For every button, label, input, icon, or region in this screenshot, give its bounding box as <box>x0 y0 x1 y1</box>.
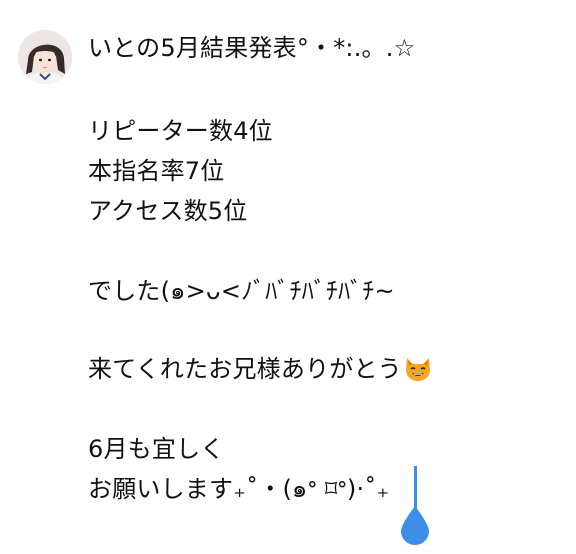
post-text-line: リピーター数4位 <box>88 117 273 145</box>
avatar-photo-icon <box>18 30 72 84</box>
post-text-span: 来てくれたお兄様ありがとう <box>88 355 402 383</box>
grinning-cat-emoji-icon <box>403 354 433 389</box>
post-text-line: 来てくれたお兄様ありがとう <box>88 354 433 389</box>
post-text-line: アクセス数5位 <box>88 197 248 225</box>
cursor-drag-handle[interactable] <box>399 506 431 546</box>
post-title-line: いとの5月結果発表°・*:.。.☆ <box>88 34 416 62</box>
post-text-line: お願いします₊˚・(๑ᐤ ⌑ᐤ)·˚₊ <box>88 475 390 503</box>
post-text-line: 本指名率7位 <box>88 157 225 185</box>
post-container: いとの5月結果発表°・*:.。.☆ リピーター数4位 本指名率7位 アクセス数5… <box>0 0 576 554</box>
user-avatar[interactable] <box>18 30 72 84</box>
post-text-line: でした(๑>ᴗ<ﾉﾞﾊﾞﾁﾊﾞﾁﾊﾞﾁ~ <box>88 277 395 305</box>
post-text-line: 6月も宜しく <box>88 435 225 463</box>
cursor-handle-icon <box>401 506 429 545</box>
